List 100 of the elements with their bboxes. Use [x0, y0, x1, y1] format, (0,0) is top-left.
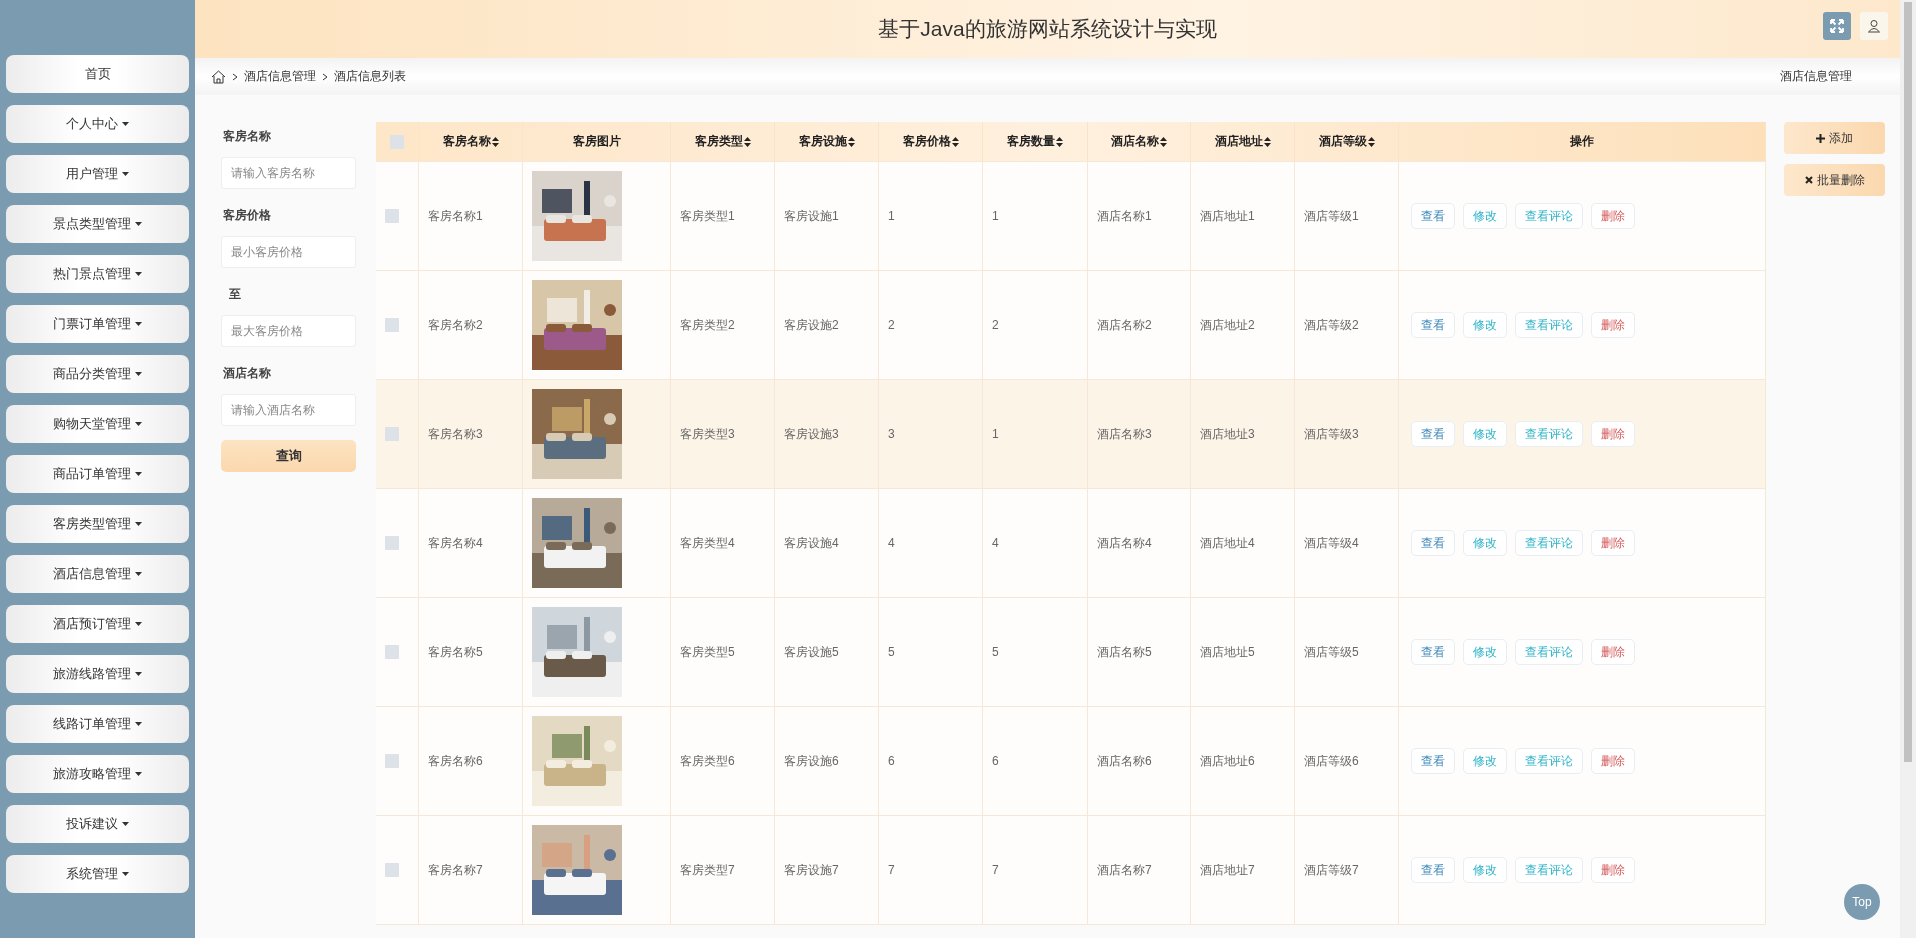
- table-cell: 酒店等级7: [1304, 861, 1359, 879]
- query-button[interactable]: 查询: [221, 440, 356, 472]
- comments-button[interactable]: 查看评论: [1515, 421, 1583, 447]
- table-cell: 客房名称4: [428, 534, 483, 552]
- app-title: 基于Java的旅游网站系统设计与实现: [878, 16, 1217, 42]
- range-separator: 至: [228, 286, 242, 303]
- view-button[interactable]: 查看: [1411, 857, 1455, 883]
- delete-button[interactable]: 删除: [1591, 857, 1635, 883]
- delete-button[interactable]: 删除: [1591, 530, 1635, 556]
- comments-button[interactable]: 查看评论: [1515, 530, 1583, 556]
- sidebar-item[interactable]: 旅游线路管理: [6, 655, 189, 693]
- filter-label: 客房名称: [222, 128, 272, 145]
- view-button[interactable]: 查看: [1411, 530, 1455, 556]
- view-button[interactable]: 查看: [1411, 639, 1455, 665]
- sidebar-item[interactable]: 热门景点管理: [6, 255, 189, 293]
- table-cell: 酒店地址6: [1200, 752, 1255, 770]
- breadcrumb-link[interactable]: 酒店信息管理: [244, 68, 316, 85]
- home-icon[interactable]: [211, 69, 226, 84]
- comments-button[interactable]: 查看评论: [1515, 312, 1583, 338]
- checkbox[interactable]: [385, 863, 399, 877]
- sort-icon[interactable]: [743, 136, 751, 147]
- sort-icon[interactable]: [491, 136, 499, 147]
- table-cell: 客房名称5: [428, 643, 483, 661]
- filter-label: 酒店名称: [222, 365, 272, 382]
- sidebar-item[interactable]: 用户管理: [6, 155, 189, 193]
- delete-button[interactable]: 删除: [1591, 748, 1635, 774]
- table-cell: 酒店名称7: [1097, 861, 1152, 879]
- fullscreen-button[interactable]: [1823, 12, 1851, 40]
- comments-button[interactable]: 查看评论: [1515, 203, 1583, 229]
- checkbox[interactable]: [390, 134, 404, 149]
- scrollbar[interactable]: [1900, 0, 1916, 938]
- sidebar-item[interactable]: 商品订单管理: [6, 455, 189, 493]
- filter-label: 客房价格: [222, 207, 272, 224]
- breadcrumb-link[interactable]: 酒店信息列表: [334, 68, 406, 85]
- sort-icon[interactable]: [951, 136, 959, 147]
- comments-button[interactable]: 查看评论: [1515, 639, 1583, 665]
- sidebar-item[interactable]: 景点类型管理: [6, 205, 189, 243]
- table-cell: 酒店地址4: [1200, 534, 1255, 552]
- table-cell: 1: [992, 427, 999, 441]
- table-cell: 客房类型4: [680, 534, 735, 552]
- delete-button[interactable]: 删除: [1591, 203, 1635, 229]
- edit-button[interactable]: 修改: [1463, 639, 1507, 665]
- user-button[interactable]: [1860, 12, 1888, 40]
- back-to-top-button[interactable]: Top: [1844, 884, 1880, 920]
- edit-button[interactable]: 修改: [1463, 530, 1507, 556]
- table-cell: 7: [992, 863, 999, 877]
- sidebar-item[interactable]: 投诉建议: [6, 805, 189, 843]
- sidebar-item[interactable]: 酒店预订管理: [6, 605, 189, 643]
- sidebar-item[interactable]: 酒店信息管理: [6, 555, 189, 593]
- view-button[interactable]: 查看: [1411, 312, 1455, 338]
- table-cell: 客房设施4: [784, 534, 839, 552]
- sidebar-item[interactable]: 门票订单管理: [6, 305, 189, 343]
- checkbox[interactable]: [385, 209, 399, 223]
- edit-button[interactable]: 修改: [1463, 421, 1507, 447]
- delete-button[interactable]: 删除: [1591, 312, 1635, 338]
- sidebar-item[interactable]: 个人中心: [6, 105, 189, 143]
- input-field[interactable]: 请输入酒店名称: [221, 394, 356, 426]
- sort-icon[interactable]: [1160, 136, 1167, 147]
- plus-icon: [1816, 133, 1825, 143]
- delete-button[interactable]: 删除: [1591, 639, 1635, 665]
- sort-icon[interactable]: [1263, 136, 1271, 147]
- checkbox[interactable]: [385, 645, 399, 659]
- table-cell: 客房设施7: [784, 861, 839, 879]
- edit-button[interactable]: 修改: [1463, 748, 1507, 774]
- edit-button[interactable]: 修改: [1463, 203, 1507, 229]
- sidebar-item[interactable]: 商品分类管理: [6, 355, 189, 393]
- sort-icon[interactable]: [1367, 136, 1375, 147]
- table-cell: 客房类型2: [680, 316, 735, 334]
- column-header: 操作: [1570, 133, 1594, 150]
- batch-delete-button[interactable]: 批量删除: [1784, 164, 1885, 196]
- comments-button[interactable]: 查看评论: [1515, 748, 1583, 774]
- input-field[interactable]: 最小客房价格: [221, 236, 356, 268]
- sidebar-item[interactable]: 线路订单管理: [6, 705, 189, 743]
- view-button[interactable]: 查看: [1411, 421, 1455, 447]
- sidebar-item[interactable]: 旅游攻略管理: [6, 755, 189, 793]
- sidebar-item[interactable]: 购物天堂管理: [6, 405, 189, 443]
- sidebar-item[interactable]: 客房类型管理: [6, 505, 189, 543]
- column-header: 客房名称: [442, 133, 491, 150]
- sort-icon[interactable]: [1056, 136, 1063, 147]
- view-button[interactable]: 查看: [1411, 748, 1455, 774]
- sort-icon[interactable]: [847, 136, 855, 147]
- checkbox[interactable]: [385, 754, 399, 768]
- sidebar-item[interactable]: 首页: [6, 55, 189, 93]
- input-field[interactable]: 请输入客房名称: [221, 157, 356, 189]
- sidebar-item[interactable]: 系统管理: [6, 855, 189, 893]
- input-field[interactable]: 最大客房价格: [221, 315, 356, 347]
- edit-button[interactable]: 修改: [1463, 312, 1507, 338]
- view-button[interactable]: 查看: [1411, 203, 1455, 229]
- checkbox[interactable]: [385, 536, 399, 550]
- checkbox[interactable]: [385, 318, 399, 332]
- checkbox[interactable]: [385, 427, 399, 441]
- add-button[interactable]: 添加: [1784, 122, 1885, 154]
- table-cell: 客房类型5: [680, 643, 735, 661]
- table-cell: 客房名称2: [428, 316, 483, 334]
- table-cell: 客房设施2: [784, 316, 839, 334]
- edit-button[interactable]: 修改: [1463, 857, 1507, 883]
- table-cell: 7: [888, 863, 895, 877]
- comments-button[interactable]: 查看评论: [1515, 857, 1583, 883]
- delete-button[interactable]: 删除: [1591, 421, 1635, 447]
- column-header: 客房设施: [798, 133, 847, 150]
